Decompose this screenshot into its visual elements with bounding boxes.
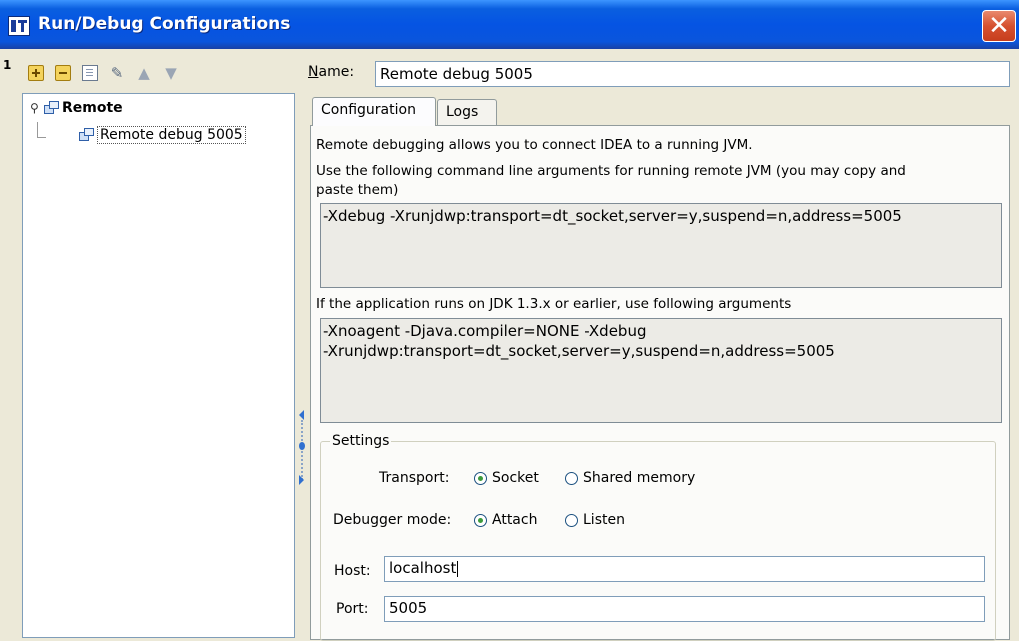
add-icon[interactable] — [28, 65, 44, 81]
settings-legend: Settings — [330, 433, 392, 449]
collapse-left-icon[interactable] — [299, 410, 304, 420]
host-label: Host: — [334, 563, 371, 579]
tree-item-label: Remote debug 5005 — [97, 126, 246, 144]
port-input[interactable]: 5005 — [384, 596, 985, 622]
window-title: Run/Debug Configurations — [38, 14, 291, 34]
port-label: Port: — [336, 601, 369, 617]
expand-icon[interactable]: ⚲ — [30, 101, 44, 115]
wrench-icon[interactable]: ✎ — [109, 65, 125, 81]
remove-icon[interactable] — [55, 65, 71, 81]
config-tree[interactable] — [22, 93, 295, 638]
tree-item-label: Remote — [62, 100, 123, 116]
transport-socket-radio[interactable]: Socket — [474, 470, 539, 486]
title-bar[interactable]: Run/Debug Configurations ✕ — [0, 0, 1019, 49]
config-toolbar: ✎ ▲ ▼ — [28, 63, 179, 83]
jvm-args-text[interactable]: -Xdebug -Xrunjdwp:transport=dt_socket,se… — [320, 203, 1002, 288]
edge-artifact: 1 — [3, 58, 12, 72]
radio-selected-icon — [474, 513, 487, 527]
debugger-mode-label: Debugger mode: — [333, 512, 452, 528]
tree-connector — [37, 137, 46, 138]
radio-unselected-icon — [565, 471, 578, 485]
name-input[interactable] — [375, 61, 1010, 87]
close-button[interactable]: ✕ — [982, 10, 1016, 42]
args-hint-line2: paste them) — [316, 182, 399, 198]
tab-logs[interactable]: Logs — [437, 99, 497, 125]
mode-listen-radio[interactable]: Listen — [565, 512, 625, 528]
move-down-icon[interactable]: ▼ — [163, 65, 179, 81]
intro-text: Remote debugging allows you to connect I… — [316, 137, 753, 153]
remote-config-icon — [79, 128, 95, 142]
mode-attach-radio[interactable]: Attach — [474, 512, 537, 528]
legacy-hint-text: If the application runs on JDK 1.3.x or … — [316, 296, 792, 312]
transport-shared-memory-radio[interactable]: Shared memory — [565, 470, 695, 486]
tab-configuration[interactable]: Configuration — [312, 97, 436, 126]
move-up-icon[interactable]: ▲ — [136, 65, 152, 81]
tree-item-remote[interactable]: ⚲ Remote — [30, 100, 123, 116]
tree-item-remote-debug-5005[interactable]: Remote debug 5005 — [79, 126, 246, 144]
remote-config-icon — [44, 101, 60, 115]
args-hint-line1: Use the following command line arguments… — [316, 163, 906, 179]
tree-connector — [37, 122, 38, 138]
restore-icon[interactable] — [299, 442, 305, 450]
transport-label: Transport: — [379, 470, 450, 486]
name-label: Name: — [308, 64, 355, 80]
copy-icon[interactable] — [82, 65, 98, 81]
collapse-right-icon[interactable] — [299, 475, 304, 485]
app-icon — [8, 16, 30, 36]
radio-selected-icon — [474, 471, 487, 485]
legacy-jvm-args-text[interactable]: -Xnoagent -Djava.compiler=NONE -Xdebug -… — [320, 318, 1002, 423]
splitter-handle[interactable] — [299, 395, 305, 495]
text-caret — [457, 560, 459, 577]
radio-unselected-icon — [565, 513, 578, 527]
host-input[interactable]: localhost — [384, 556, 985, 582]
